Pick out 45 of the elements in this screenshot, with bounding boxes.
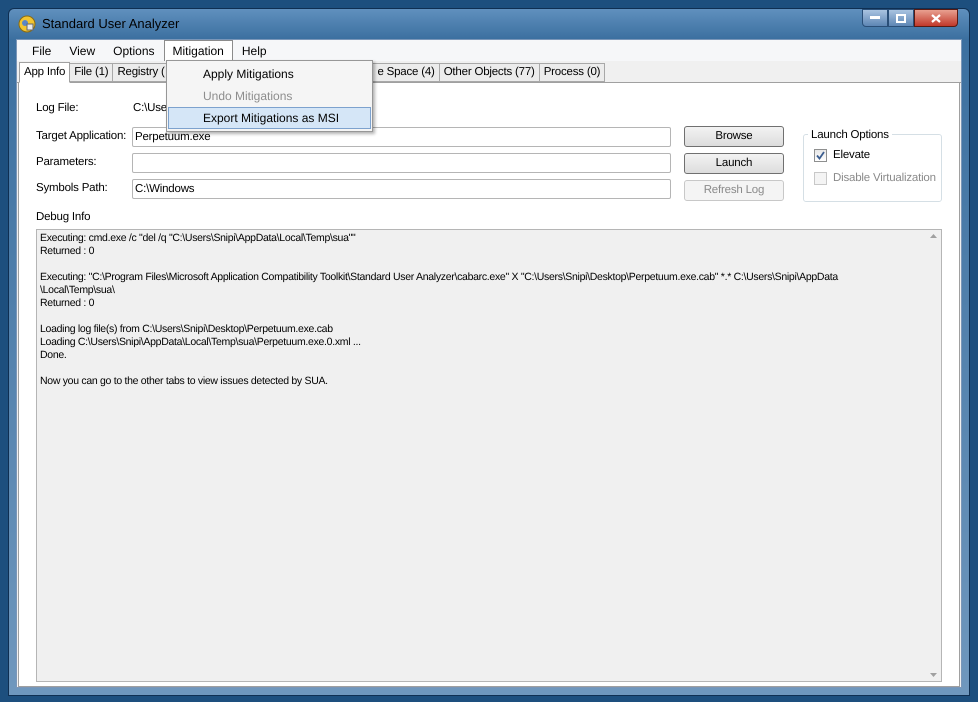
minimize-button[interactable] xyxy=(862,9,888,27)
log-line: Executing: cmd.exe /c "del /q "C:\Users\Snipi\AppData\Local\Temp\sua"" xyxy=(40,232,356,246)
minimize-icon xyxy=(870,16,880,20)
log-line: Returned : 0 xyxy=(40,245,96,258)
log-file-path: C:\Use xyxy=(132,101,167,116)
log-line: Loading C:\Users\Snipi\AppData\Local\Temp\sua\Perpetuum.exe.0.xml ... xyxy=(40,336,362,350)
input-field[interactable]: Perpetuum.exe xyxy=(132,127,671,147)
menu-item[interactable]: View xyxy=(60,40,104,61)
menu-item[interactable]: Mitigation xyxy=(164,40,233,61)
window-title: Standard User Analyzer xyxy=(42,15,180,34)
menu-option[interactable]: Apply Mitigations xyxy=(168,63,371,85)
tab[interactable]: Other Objects (77) xyxy=(438,63,540,82)
tab[interactable]: e Space (4) xyxy=(372,63,440,82)
log-line: Returned : 0 xyxy=(40,297,96,310)
log-line: Done. xyxy=(40,349,68,362)
action-button[interactable]: Browse xyxy=(684,126,784,147)
input-field[interactable] xyxy=(132,153,671,173)
menu-option[interactable]: Export Mitigations as MSI xyxy=(168,107,371,129)
action-button[interactable]: Launch xyxy=(684,153,784,174)
tab[interactable]: Process (0) xyxy=(538,63,606,82)
menu-item[interactable]: Help xyxy=(232,40,276,61)
field-label: Log File: xyxy=(36,101,80,116)
tab[interactable]: File (1) xyxy=(69,63,114,82)
menu-item[interactable]: File xyxy=(23,40,60,61)
input-field[interactable]: C:\Windows xyxy=(132,179,671,199)
app-icon xyxy=(18,15,36,33)
tab[interactable]: App Info xyxy=(19,62,70,83)
section-label: Debug Info xyxy=(36,210,92,225)
menu-item[interactable]: Options xyxy=(104,40,164,61)
maximize-button[interactable] xyxy=(888,9,914,27)
log-line: \Local\Temp\sua\ xyxy=(40,284,116,298)
log-line: Executing: "C:\Program Files\Microsoft Application Compatibility Toolkit\Standard User Analyzer\cabarc.exe" X "C:\Users\Snipi\Desktop\Perpetuum.exe.cab" *.* C:\Users\Snipi\AppData xyxy=(40,271,840,284)
field-label: Target Application: xyxy=(36,129,128,144)
scroll-up-icon[interactable] xyxy=(930,234,936,238)
field-label: Symbols Path: xyxy=(36,181,109,196)
maximize-icon xyxy=(896,14,906,22)
log-line: Loading log file(s) from C:\Users\Snipi\Desktop\Perpetuum.exe.cab xyxy=(40,323,334,336)
field-label: Parameters: xyxy=(36,155,98,170)
checkbox-label: Disable Virtualization xyxy=(833,171,936,186)
checkbox[interactable] xyxy=(814,149,828,162)
checkbox-label: Elevate xyxy=(833,148,870,163)
scroll-down-icon[interactable] xyxy=(930,673,936,677)
close-icon xyxy=(931,14,941,22)
close-button[interactable] xyxy=(914,9,958,27)
log-line: Now you can go to the other tabs to view issues detected by SUA. xyxy=(40,375,329,388)
